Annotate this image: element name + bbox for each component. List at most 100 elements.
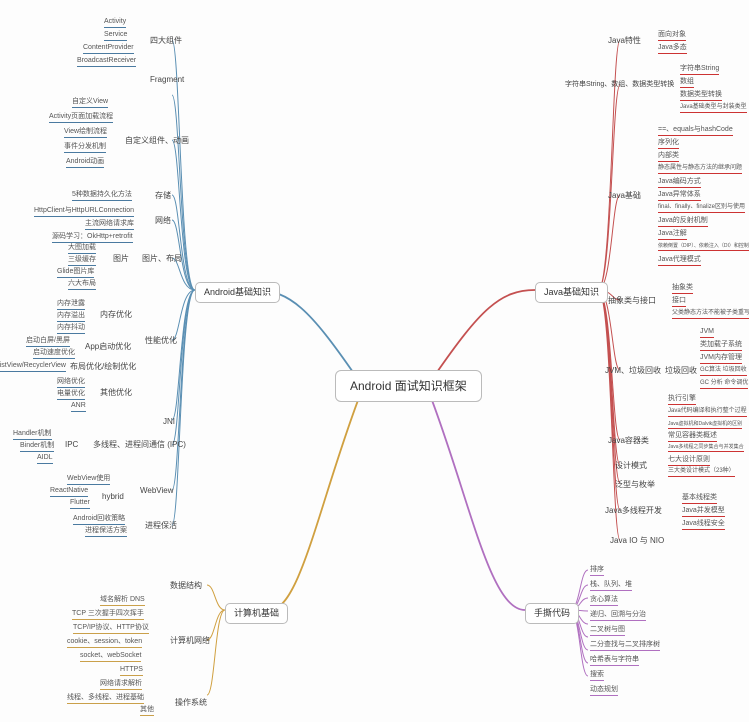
root-node[interactable]: Android 面试知识框架 <box>335 370 482 402</box>
sub-image: 图片 <box>113 254 129 264</box>
leaf: Java代码编译和执行整个过程 <box>668 408 747 417</box>
group-jni: JNI <box>163 417 175 427</box>
leaf: 内部类 <box>658 152 679 162</box>
group-image: 图片、布局 <box>142 254 182 264</box>
leaf: 递归、回溯与分治 <box>590 611 646 621</box>
leaf: Java多态 <box>658 44 687 54</box>
leaf: ReactNative <box>50 487 88 497</box>
leaf: ANR <box>71 402 86 412</box>
leaf: 搜索 <box>590 671 604 681</box>
leaf: Handler机制 <box>13 430 52 440</box>
leaf: Java并发模型 <box>682 507 725 517</box>
leaf: 序列化 <box>658 139 679 149</box>
sub-appstart: App启动优化 <box>85 342 131 352</box>
leaf: HTTPS <box>120 666 143 676</box>
leaf: 内存溢出 <box>57 312 85 322</box>
leaf: 排序 <box>590 566 604 576</box>
leaf: BroadcastReceiver <box>77 57 136 67</box>
leaf: ListView/RecyclerView <box>0 362 66 372</box>
leaf: JVM <box>700 328 714 338</box>
leaf: 基本线程类 <box>682 494 717 504</box>
leaf: WebView使用 <box>67 475 110 485</box>
group-container: Java容器类 <box>608 436 649 446</box>
leaf: 接口 <box>672 297 686 307</box>
leaf: final、finally、finalize区别与使用 <box>658 204 745 213</box>
leaf: Java编码方式 <box>658 178 701 188</box>
leaf: 启动白屏/黑屏 <box>26 337 70 347</box>
leaf: JVM内存管理 <box>700 354 742 364</box>
leaf: 大图加载 <box>68 244 96 254</box>
group-generic: 泛型与枚举 <box>615 480 655 490</box>
leaf: ==、equals与hashCode <box>658 126 733 136</box>
leaf: 面向对象 <box>658 31 686 41</box>
leaf: 栈、队列、堆 <box>590 581 632 591</box>
leaf: Android回收策略 <box>73 515 125 525</box>
leaf: Java虚拟机和Dalvik虚拟机的区别 <box>668 421 742 429</box>
leaf: 常见容器类概述 <box>668 432 717 442</box>
leaf: Activity页面加载流程 <box>49 113 113 123</box>
leaf: Java多线程之同步集合与并发集合 <box>668 444 744 452</box>
leaf: 内存抖动 <box>57 324 85 334</box>
leaf: View绘制流程 <box>64 128 107 138</box>
leaf: 网络请求解析 <box>100 680 142 690</box>
leaf: 依赖倒置（DIP）、依赖注入（DI）和控制反转（IOC） <box>658 243 749 251</box>
group-java-io: Java IO 与 NIO <box>610 536 664 546</box>
leaf: 启动速度优化 <box>33 349 75 359</box>
leaf: Glide图片库 <box>57 268 94 278</box>
group-net: 计算机网络 <box>170 636 210 646</box>
leaf: Java代理模式 <box>658 256 701 266</box>
group-multithread: Java多线程开发 <box>605 506 662 516</box>
leaf: 类加载子系统 <box>700 341 742 351</box>
leaf: 父类静态方法不能被子类重写 <box>672 310 749 319</box>
branch-android[interactable]: Android基础知识 <box>195 282 280 303</box>
leaf: GC算法 垃圾回收 <box>700 367 747 376</box>
leaf: 哈希表与字符串 <box>590 656 639 666</box>
leaf: 抽象类 <box>672 284 693 294</box>
leaf: Binder机制 <box>20 442 54 452</box>
group-performance: 性能优化 <box>145 336 177 346</box>
leaf: 电量优化 <box>57 390 85 400</box>
leaf: 事件分发机制 <box>64 143 106 153</box>
leaf: Java异常体系 <box>658 191 701 201</box>
leaf: HttpClient与HttpURLConnection <box>34 207 134 217</box>
group-java-features: Java特性 <box>608 36 641 46</box>
leaf: Java的反射机制 <box>658 217 708 227</box>
leaf: 动态规划 <box>590 686 618 696</box>
leaf: TCP 三次握手四次挥手 <box>72 610 144 620</box>
group-ipc: 多线程、进程间通信 (IPC) <box>93 440 186 450</box>
leaf: 字符串String <box>680 65 719 75</box>
leaf: 静态属性与静态方法的继承问题 <box>658 165 742 174</box>
branch-java[interactable]: Java基础知识 <box>535 282 608 303</box>
group-process-keep: 进程保活 <box>145 521 177 531</box>
leaf: Android动画 <box>66 158 104 168</box>
leaf: TCP/IP协议、HTTP协议 <box>73 624 149 634</box>
leaf: 数组 <box>680 78 694 88</box>
group-abstract-interface: 抽象类与接口 <box>608 296 656 306</box>
leaf: 域名解析 DNS <box>100 596 145 606</box>
group-webview: WebView <box>140 486 174 496</box>
leaf: 主流网络请求库 <box>85 220 134 230</box>
group-java-basics: Java基础 <box>608 191 641 201</box>
leaf: 进程保活方案 <box>85 527 127 537</box>
group-fragment: Fragment <box>150 75 184 85</box>
leaf: 线程、多线程、进程基础 <box>67 694 144 704</box>
group-jvm: JVM、垃圾回收 <box>605 366 661 376</box>
branch-handwrite[interactable]: 手撕代码 <box>525 603 579 624</box>
branch-cs[interactable]: 计算机基础 <box>225 603 288 624</box>
leaf: Java基础类型与封装类型 <box>680 104 747 113</box>
leaf: GC 分析 命令调优 <box>700 380 748 389</box>
leaf: 网络优化 <box>57 378 85 388</box>
leaf: 二分查找与二叉排序树 <box>590 641 660 651</box>
leaf: Activity <box>104 18 126 28</box>
leaf: ContentProvider <box>83 44 134 54</box>
group-ds: 数据结构 <box>170 581 202 591</box>
sub-other-opt: 其他优化 <box>100 388 132 398</box>
leaf: 内存泄露 <box>57 300 85 310</box>
leaf: 六大布局 <box>68 280 96 290</box>
sub-hybrid: hybrid <box>102 492 124 502</box>
group-design-pattern: 设计模式 <box>615 461 647 471</box>
sub-ipc: IPC <box>65 440 78 450</box>
leaf: 七大设计原则 <box>668 456 710 466</box>
leaf: 三级缓存 <box>68 256 96 266</box>
group-custom-view: 自定义组件、动画 <box>125 136 189 146</box>
